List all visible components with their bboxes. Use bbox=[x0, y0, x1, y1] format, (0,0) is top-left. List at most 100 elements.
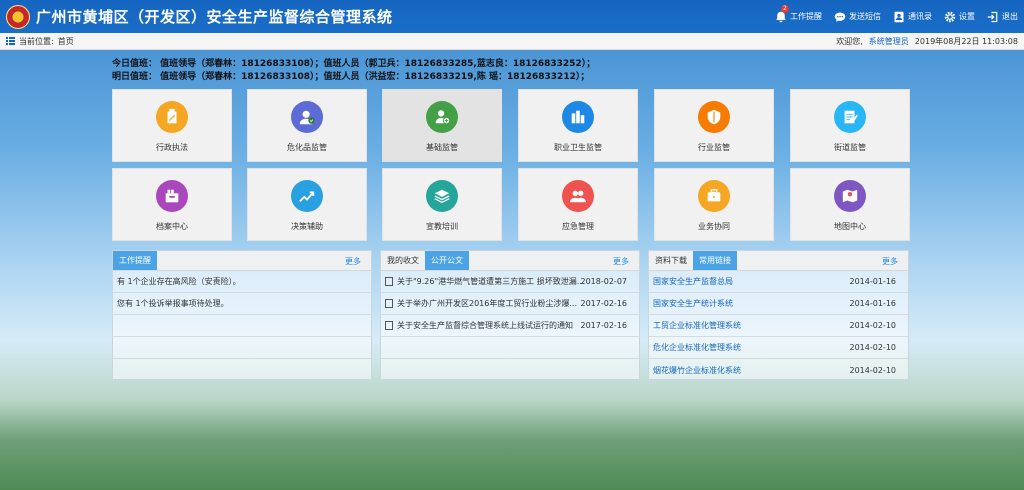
emblem-logo bbox=[6, 4, 30, 29]
list-item bbox=[381, 337, 639, 359]
list-item[interactable]: 有 1个企业存在高风险（安责险）。 bbox=[113, 271, 371, 293]
tile-label: 街道监管 bbox=[834, 143, 866, 152]
list-item[interactable]: 关于"9.26"港华燃气管道遭第三方施工 损坏致泄漏... 2018-02-07 bbox=[381, 271, 639, 293]
panel-header: 资料下载 常用链接 更多 bbox=[649, 251, 908, 271]
tile-street-supervision[interactable]: 街道监管 bbox=[790, 89, 910, 162]
tile-training[interactable]: 宣教培训 bbox=[382, 168, 502, 241]
breadcrumb-label: 当前位置: bbox=[19, 36, 54, 46]
contacts-icon bbox=[894, 11, 904, 22]
tomorrow-duty: 明日值班： 值班领导（郑春林：18126833108）；值班人员（洪益宏：181… bbox=[112, 72, 590, 82]
list-item[interactable]: 国家安全生产统计系统 2014-01-16 bbox=[649, 293, 908, 315]
hazardous-chemicals-icon bbox=[291, 101, 323, 133]
list-item[interactable]: 关于举办广州开发区2016年度工贸行业粉尘涉爆... 2017-02-16 bbox=[381, 293, 639, 315]
logout-button[interactable]: 退出 bbox=[987, 11, 1018, 23]
breadcrumb-current[interactable]: 首页 bbox=[58, 36, 74, 47]
link-date: 2014-02-10 bbox=[849, 365, 897, 375]
tile-label: 行政执法 bbox=[156, 143, 188, 152]
list-item[interactable]: 危化企业标准化管理系统 2014-02-10 bbox=[649, 337, 908, 359]
doc-date: 2017-02-16 bbox=[580, 299, 628, 308]
top-header: 广州市黄埔区（开发区）安全生产监督综合管理系统 2 工作提醒 发送短信 通讯录 … bbox=[0, 0, 1024, 33]
reminder-text: 有 1个企业存在高风险（安责险）。 bbox=[117, 277, 241, 286]
list-item[interactable]: 烟花爆竹企业标准化系统 2014-02-10 bbox=[649, 359, 908, 381]
tab-my-received[interactable]: 我的收文 bbox=[381, 251, 425, 270]
breadcrumb: 当前位置: 首页 bbox=[6, 36, 74, 47]
document-icon bbox=[385, 277, 393, 286]
list-item[interactable]: 您有 1个投诉举报事项待处理。 bbox=[113, 293, 371, 315]
tile-decision-support[interactable]: 决策辅助 bbox=[247, 168, 367, 241]
contacts-label: 通讯录 bbox=[908, 12, 932, 21]
list-item bbox=[381, 359, 639, 381]
panel-header: 我的收文 公开公文 更多 bbox=[381, 251, 639, 271]
link-title[interactable]: 国家安全生产监督总局 bbox=[653, 276, 733, 287]
link-date: 2014-02-10 bbox=[849, 321, 897, 330]
tile-label: 应急管理 bbox=[562, 222, 594, 231]
contacts-button[interactable]: 通讯录 bbox=[893, 11, 932, 23]
tile-label: 地图中心 bbox=[834, 222, 866, 231]
link-title[interactable]: 烟花爆竹企业标准化系统 bbox=[653, 365, 741, 376]
list-item bbox=[113, 315, 371, 337]
header-actions: 2 工作提醒 发送短信 通讯录 设置 退出 bbox=[775, 0, 1018, 33]
occupational-health-icon bbox=[562, 101, 594, 133]
downloads-panel: 资料下载 常用链接 更多 国家安全生产监督总局 2014-01-16 国家安全生产… bbox=[648, 250, 909, 380]
logout-label: 退出 bbox=[1002, 12, 1018, 21]
tab-downloads[interactable]: 资料下载 bbox=[649, 251, 693, 270]
tab-common-links[interactable]: 常用链接 bbox=[693, 251, 737, 270]
send-sms-label: 发送短信 bbox=[849, 12, 881, 21]
link-title[interactable]: 工贸企业标准化管理系统 bbox=[653, 320, 741, 331]
documents-panel: 我的收文 公开公文 更多 关于"9.26"港华燃气管道遭第三方施工 损坏致泄漏.… bbox=[380, 250, 640, 380]
panel-header: 工作提醒 更多 bbox=[113, 251, 371, 271]
link-date: 2014-01-16 bbox=[849, 277, 897, 286]
today-duty: 今日值班： 值班领导（郑春林：18126833108）；值班人员（郭卫兵：181… bbox=[112, 59, 596, 69]
document-icon bbox=[385, 321, 393, 330]
industry-supervision-icon bbox=[698, 101, 730, 133]
user-info: 欢迎您, 系统管理员 2019年08月22日 11:03:08 bbox=[836, 36, 1018, 47]
work-reminder-label: 工作提醒 bbox=[790, 12, 822, 21]
tab-public-docs[interactable]: 公开公文 bbox=[425, 251, 469, 270]
work-reminder-panel: 工作提醒 更多 有 1个企业存在高风险（安责险）。 您有 1个投诉举报事项待处理… bbox=[112, 250, 372, 380]
list-item[interactable]: 关于安全生产监督综合管理系统上线试运行的通知 2017-02-16 bbox=[381, 315, 639, 337]
tile-emergency[interactable]: 应急管理 bbox=[518, 168, 638, 241]
tile-hazardous-chemicals[interactable]: 危化品监管 bbox=[247, 89, 367, 162]
tile-collaboration[interactable]: 业务协同 bbox=[654, 168, 774, 241]
tile-basic-supervision[interactable]: 基础监管 bbox=[382, 89, 502, 162]
tab-work-reminder[interactable]: 工作提醒 bbox=[113, 251, 157, 270]
work-reminder-button[interactable]: 2 工作提醒 bbox=[775, 4, 822, 23]
send-sms-button[interactable]: 发送短信 bbox=[834, 11, 881, 23]
list-icon bbox=[6, 37, 15, 45]
tile-label: 职业卫生监管 bbox=[554, 143, 602, 152]
breadcrumb-bar: 当前位置: 首页 欢迎您, 系统管理员 2019年08月22日 11:03:08 bbox=[0, 33, 1024, 50]
link-title[interactable]: 危化企业标准化管理系统 bbox=[653, 342, 741, 353]
decision-support-icon bbox=[291, 180, 323, 212]
list-item[interactable]: 工贸企业标准化管理系统 2014-02-10 bbox=[649, 315, 908, 337]
tile-label: 宣教培训 bbox=[426, 222, 458, 231]
settings-button[interactable]: 设置 bbox=[944, 11, 975, 23]
doc-date: 2017-02-16 bbox=[580, 321, 628, 330]
more-link[interactable]: 更多 bbox=[345, 256, 361, 267]
logout-icon bbox=[987, 11, 998, 22]
list-item bbox=[113, 359, 371, 381]
tile-map-center[interactable]: 地图中心 bbox=[790, 168, 910, 241]
more-link[interactable]: 更多 bbox=[613, 256, 629, 267]
tile-archive-center[interactable]: 档案中心 bbox=[112, 168, 232, 241]
training-icon bbox=[426, 180, 458, 212]
collaboration-icon bbox=[698, 180, 730, 212]
tile-industry-supervision[interactable]: 行业监管 bbox=[654, 89, 774, 162]
tile-label: 档案中心 bbox=[156, 222, 188, 231]
tile-law-enforcement[interactable]: 行政执法 bbox=[112, 89, 232, 162]
law-enforcement-icon bbox=[156, 101, 188, 133]
list-item[interactable]: 国家安全生产监督总局 2014-01-16 bbox=[649, 271, 908, 293]
reminder-text: 您有 1个投诉举报事项待处理。 bbox=[117, 299, 229, 308]
more-link[interactable]: 更多 bbox=[882, 256, 898, 267]
tile-label: 业务协同 bbox=[698, 222, 730, 231]
doc-title: 关于"9.26"港华燃气管道遭第三方施工 损坏致泄漏... bbox=[397, 277, 585, 286]
tile-label: 行业监管 bbox=[698, 143, 730, 152]
link-title[interactable]: 国家安全生产统计系统 bbox=[653, 298, 733, 309]
reminder-badge: 2 bbox=[781, 4, 789, 13]
tile-label: 基础监管 bbox=[426, 143, 458, 152]
current-user-link[interactable]: 系统管理员 bbox=[869, 36, 909, 47]
current-datetime: 2019年08月22日 11:03:08 bbox=[914, 36, 1018, 46]
tile-occupational-health[interactable]: 职业卫生监管 bbox=[518, 89, 638, 162]
doc-title: 关于举办广州开发区2016年度工贸行业粉尘涉爆... bbox=[397, 299, 577, 308]
basic-supervision-icon bbox=[426, 101, 458, 133]
link-date: 2014-01-16 bbox=[849, 299, 897, 308]
